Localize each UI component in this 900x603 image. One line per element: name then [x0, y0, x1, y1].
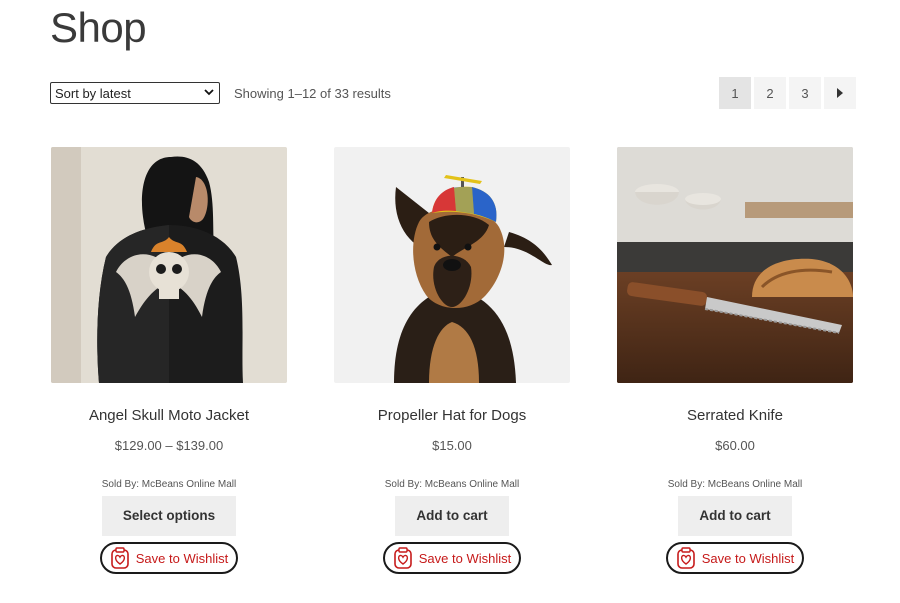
product-card: Propeller Hat for Dogs $15.00 Sold By: M… [334, 147, 570, 574]
add-to-cart-button[interactable]: Add to cart [395, 496, 509, 536]
wishlist-label: Save to Wishlist [135, 550, 229, 566]
sold-by-label: Sold By: McBeans Online Mall [384, 479, 520, 490]
wishlist-label: Save to Wishlist [701, 550, 795, 566]
product-price: $60.00 [715, 438, 755, 453]
product-title[interactable]: Serrated Knife [617, 407, 853, 424]
product-title[interactable]: Propeller Hat for Dogs [334, 407, 570, 424]
select-options-button[interactable]: Select options [101, 496, 237, 536]
page-3-button[interactable]: 3 [789, 77, 821, 109]
product-image[interactable] [334, 147, 570, 383]
result-count: Showing 1–12 of 33 results [234, 86, 391, 101]
save-to-wishlist-button[interactable]: Save to Wishlist [665, 542, 805, 574]
pagination: 1 2 3 [719, 77, 856, 109]
save-to-wishlist-button[interactable]: Save to Wishlist [382, 542, 522, 574]
wishlist-heart-icon [110, 547, 129, 569]
wishlist-heart-icon [393, 547, 412, 569]
product-image[interactable] [51, 147, 287, 383]
save-to-wishlist-button[interactable]: Save to Wishlist [99, 542, 239, 574]
sold-by-label: Sold By: McBeans Online Mall [667, 479, 803, 490]
product-price: $129.00 – $139.00 [114, 438, 224, 453]
triangle-right-icon [837, 88, 843, 98]
next-page-button[interactable] [824, 77, 856, 109]
wishlist-label: Save to Wishlist [418, 550, 512, 566]
add-to-cart-button[interactable]: Add to cart [678, 496, 792, 536]
sold-by-label: Sold By: McBeans Online Mall [101, 479, 237, 490]
product-card: Angel Skull Moto Jacket $129.00 – $139.0… [51, 147, 287, 574]
page-1-button[interactable]: 1 [719, 77, 751, 109]
page-title: Shop [50, 4, 147, 51]
product-title[interactable]: Angel Skull Moto Jacket [51, 407, 287, 424]
product-image[interactable] [617, 147, 853, 383]
sort-select[interactable]: Sort by latest [50, 82, 220, 104]
page-2-button[interactable]: 2 [754, 77, 786, 109]
product-card: Serrated Knife $60.00 Sold By: McBeans O… [617, 147, 853, 574]
product-price: $15.00 [432, 438, 472, 453]
wishlist-heart-icon [676, 547, 695, 569]
